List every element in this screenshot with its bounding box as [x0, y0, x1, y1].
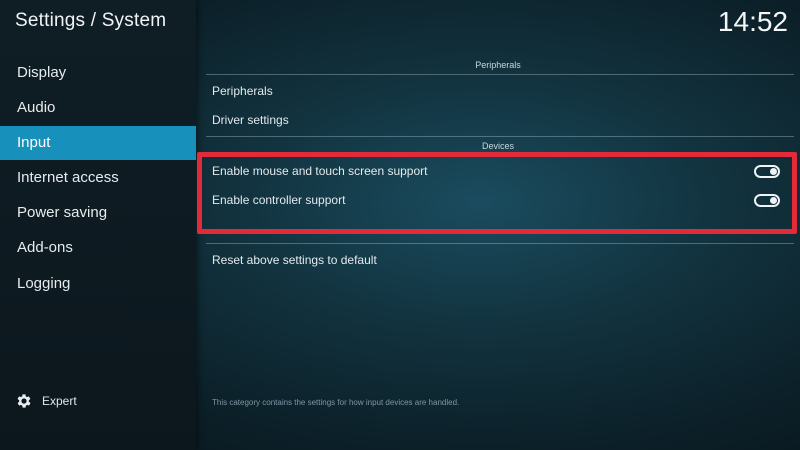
section-header-peripherals: Peripherals — [475, 60, 521, 70]
setting-label: Reset above settings to default — [212, 253, 377, 267]
gear-icon — [17, 394, 31, 408]
expert-level-button[interactable]: Expert — [15, 391, 77, 411]
reset-settings-button[interactable]: Reset above settings to default — [212, 247, 780, 273]
section-divider — [206, 74, 794, 75]
page-title: Settings / System — [15, 10, 167, 31]
setting-label: Peripherals — [212, 84, 273, 98]
sidebar-item-power-saving[interactable]: Power saving — [0, 196, 196, 230]
settings-window: Settings / System Display Audio Input In… — [0, 0, 800, 450]
sidebar: Settings / System Display Audio Input In… — [0, 0, 196, 450]
setting-label: Driver settings — [212, 113, 289, 127]
sidebar-item-internet-access[interactable]: Internet access — [0, 161, 196, 195]
section-divider — [206, 243, 794, 244]
setting-row-peripherals[interactable]: Peripherals — [212, 78, 780, 104]
category-hint: This category contains the settings for … — [212, 398, 460, 407]
sidebar-item-display[interactable]: Display — [0, 56, 196, 90]
sidebar-item-add-ons[interactable]: Add-ons — [0, 231, 196, 265]
section-divider — [206, 136, 794, 137]
sidebar-item-logging[interactable]: Logging — [0, 267, 196, 301]
sidebar-item-audio[interactable]: Audio — [0, 91, 196, 125]
highlight-box — [197, 152, 797, 234]
expert-label: Expert — [42, 394, 77, 408]
setting-row-driver-settings[interactable]: Driver settings — [212, 107, 780, 133]
section-header-devices: Devices — [481, 141, 514, 151]
sidebar-item-input[interactable]: Input — [0, 126, 196, 160]
